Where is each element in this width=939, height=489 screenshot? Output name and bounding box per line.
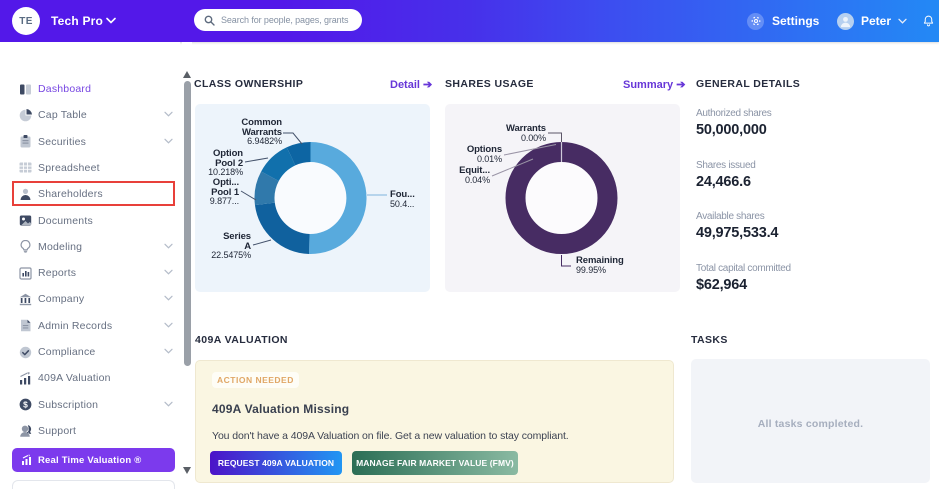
svg-text:$: $: [23, 399, 28, 409]
